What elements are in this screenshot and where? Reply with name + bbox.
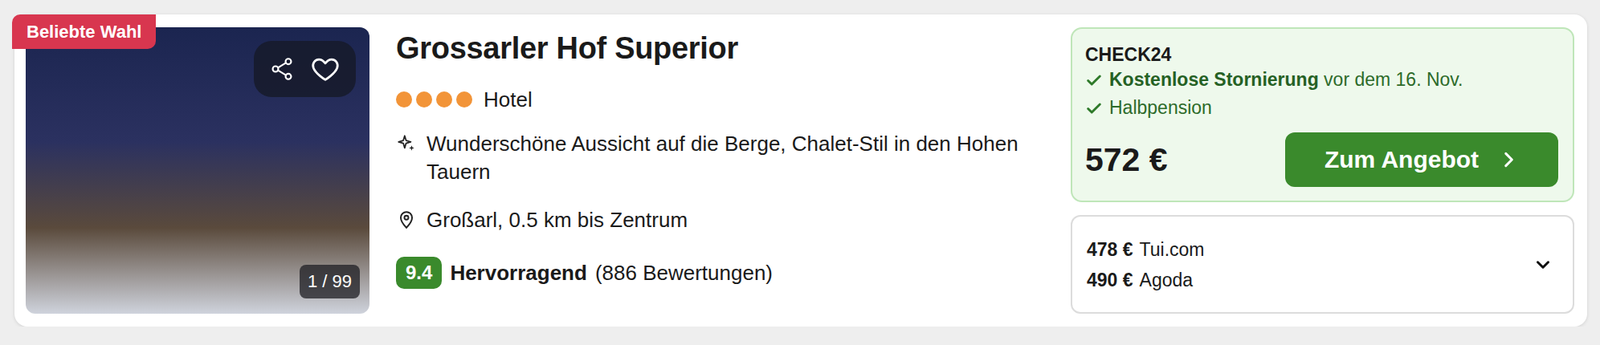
offer-feature: Kostenlose Stornierung vor dem 16. Nov. (1085, 65, 1559, 94)
highlight-text: Wunderschöne Aussicht auf die Berge, Cha… (426, 130, 1025, 187)
star-dot (456, 91, 473, 108)
other-offer-row[interactable]: 490 € Agoda (1086, 265, 1205, 296)
other-offer-price: 478 € (1086, 234, 1134, 266)
star-dot (395, 91, 413, 108)
hotel-title[interactable]: Grossarler Hof Superior (395, 29, 1045, 67)
heart-icon[interactable] (310, 53, 341, 85)
offers-column: CHECK24 Kostenlose Stornierung vor dem 1… (1070, 27, 1575, 315)
other-offers[interactable]: 478 € Tui.com490 € Agoda (1070, 215, 1575, 315)
star-dot (416, 91, 433, 108)
photo-actions (253, 40, 356, 98)
rating-score: 9.4 (395, 257, 442, 290)
price-row: 572 € Zum Angebot (1085, 132, 1559, 188)
chevron-down-icon[interactable] (1532, 254, 1554, 276)
check-icon (1085, 99, 1103, 118)
location-row: Großarl, 0.5 km bis Zentrum (395, 205, 1045, 235)
highlight-row: Wunderschöne Aussicht auf die Berge, Cha… (395, 130, 1045, 187)
feature-text: vor dem 16. Nov. (1323, 69, 1463, 90)
offer-price: 572 € (1085, 141, 1168, 180)
rating-row[interactable]: 9.4 Hervorragend (886 Bewertungen) (395, 257, 1045, 290)
star-rating (395, 91, 473, 108)
image-counter: 1 / 99 (299, 265, 360, 299)
hotel-card[interactable]: Beliebte Wahl 1 / 99 Grossarler Hof Supe… (14, 14, 1588, 327)
hotel-info: Grossarler Hof Superior Hotel Wunderschö… (395, 27, 1045, 315)
hotel-type: Hotel (483, 87, 533, 113)
share-icon[interactable] (269, 56, 295, 82)
chevron-right-icon (1497, 149, 1519, 171)
rating-label: Hervorragend (449, 261, 588, 286)
sparkle-icon (395, 133, 417, 155)
check-icon (1085, 71, 1103, 90)
offer-button[interactable]: Zum Angebot (1285, 132, 1559, 188)
other-offer-provider: Agoda (1139, 265, 1194, 296)
main-offer: CHECK24 Kostenlose Stornierung vor dem 1… (1070, 27, 1575, 203)
review-count: (886 Bewertungen) (595, 261, 773, 286)
other-offer-provider: Tui.com (1139, 234, 1205, 266)
offer-feature: Halbpension (1085, 93, 1559, 123)
star-dot (436, 91, 453, 108)
category-row: Hotel (395, 85, 1045, 115)
feature-text: Halbpension (1109, 97, 1213, 119)
other-offer-price: 490 € (1086, 265, 1134, 296)
location-pin-icon (395, 209, 417, 231)
location-text: Großarl, 0.5 km bis Zentrum (426, 208, 688, 233)
hotel-photo[interactable]: 1 / 99 (25, 27, 370, 315)
other-offer-row[interactable]: 478 € Tui.com (1086, 234, 1205, 266)
feature-highlight: Kostenlose Stornierung (1109, 69, 1319, 90)
popular-badge: Beliebte Wahl (12, 14, 156, 49)
offer-provider: CHECK24 (1085, 43, 1559, 66)
